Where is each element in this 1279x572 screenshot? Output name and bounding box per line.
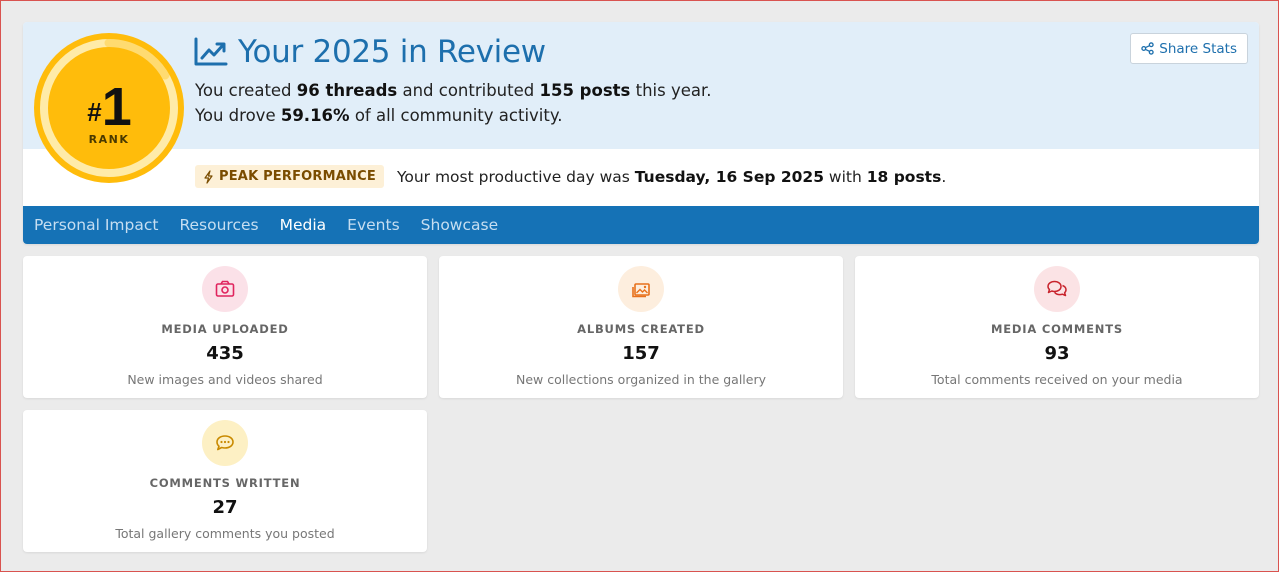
review-hero: #1 RANK Your 2025 in Review You created … bbox=[23, 22, 1259, 244]
card-icon-wrap bbox=[1034, 266, 1080, 312]
share-stats-button[interactable]: Share Stats bbox=[1130, 33, 1248, 64]
share-stats-label: Share Stats bbox=[1159, 40, 1237, 57]
stats-tabs: Personal Impact Resources Media Events S… bbox=[23, 206, 1259, 244]
posts-count: 155 posts bbox=[539, 81, 631, 100]
activity-suffix: of all community activity. bbox=[349, 106, 563, 125]
card-label: COMMENTS WRITTEN bbox=[149, 476, 301, 490]
card-description: Total comments received on your media bbox=[931, 372, 1183, 387]
tab-media[interactable]: Media bbox=[280, 216, 327, 234]
peak-text: Your most productive day was Tuesday, 16… bbox=[397, 168, 946, 186]
card-description: New images and videos shared bbox=[127, 372, 323, 387]
tab-showcase[interactable]: Showcase bbox=[421, 216, 498, 234]
rank-hash: # bbox=[87, 97, 102, 127]
card-icon-wrap bbox=[202, 420, 248, 466]
peak-count: 18 posts bbox=[866, 167, 942, 186]
rank-digit: 1 bbox=[101, 77, 132, 137]
peak-mid: with bbox=[823, 167, 867, 186]
peak-performance-badge: PEAK PERFORMANCE bbox=[195, 165, 384, 188]
rank-label: RANK bbox=[88, 133, 130, 146]
peak-performance-row: PEAK PERFORMANCE Your most productive da… bbox=[195, 165, 946, 188]
peak-badge-label: PEAK PERFORMANCE bbox=[219, 169, 376, 184]
summary-prefix: You created bbox=[195, 81, 297, 100]
stat-card-media-uploaded: MEDIA UPLOADED 435 New images and videos… bbox=[23, 256, 427, 398]
peak-day: Tuesday, 16 Sep 2025 bbox=[634, 167, 824, 186]
share-icon bbox=[1141, 42, 1155, 55]
lightning-icon bbox=[204, 169, 213, 184]
card-value: 435 bbox=[206, 343, 244, 364]
summary-text: You created 96 threads and contributed 1… bbox=[195, 78, 712, 128]
camera-icon bbox=[215, 280, 235, 297]
summary-suffix: this year. bbox=[630, 81, 712, 100]
card-icon-wrap bbox=[202, 266, 248, 312]
albums-icon bbox=[632, 283, 650, 298]
threads-count: 96 threads bbox=[296, 81, 398, 100]
card-value: 27 bbox=[212, 497, 238, 518]
rank-number: #1 bbox=[34, 76, 184, 138]
stat-card-comments-written: COMMENTS WRITTEN 27 Total gallery commen… bbox=[23, 410, 427, 552]
peak-suffix: . bbox=[941, 167, 947, 186]
activity-percent: 59.16% bbox=[280, 106, 350, 125]
tab-resources[interactable]: Resources bbox=[179, 216, 258, 234]
tab-personal-impact[interactable]: Personal Impact bbox=[34, 216, 158, 234]
stat-card-albums-created: ALBUMS CREATED 157 New collections organ… bbox=[439, 256, 843, 398]
title-text: Your 2025 in Review bbox=[238, 34, 546, 70]
tab-events[interactable]: Events bbox=[347, 216, 399, 234]
card-label: MEDIA UPLOADED bbox=[161, 322, 289, 336]
card-label: MEDIA COMMENTS bbox=[991, 322, 1123, 336]
summary-mid: and contributed bbox=[397, 81, 540, 100]
summary-line-1: You created 96 threads and contributed 1… bbox=[195, 78, 712, 103]
rank-badge: #1 RANK bbox=[34, 33, 184, 183]
comment-dots-icon bbox=[216, 435, 234, 451]
activity-prefix: You drove bbox=[195, 106, 281, 125]
card-description: Total gallery comments you posted bbox=[115, 526, 335, 541]
card-value: 157 bbox=[622, 343, 660, 364]
peak-prefix: Your most productive day was bbox=[396, 167, 635, 186]
stat-card-media-comments: MEDIA COMMENTS 93 Total comments receive… bbox=[855, 256, 1259, 398]
card-label: ALBUMS CREATED bbox=[577, 322, 705, 336]
comments-icon bbox=[1047, 280, 1067, 297]
card-description: New collections organized in the gallery bbox=[515, 372, 767, 387]
trend-chart-icon bbox=[194, 37, 228, 66]
card-value: 93 bbox=[1044, 343, 1070, 364]
summary-line-2: You drove 59.16% of all community activi… bbox=[195, 103, 712, 128]
page-title: Your 2025 in Review bbox=[194, 34, 546, 70]
card-icon-wrap bbox=[618, 266, 664, 312]
